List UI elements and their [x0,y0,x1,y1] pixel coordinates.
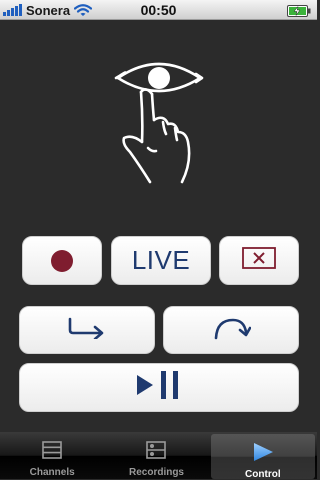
status-bar: Sonera 00:50 [0,0,317,20]
play-pause-button[interactable] [19,363,299,412]
status-time: 00:50 [140,2,177,18]
record-icon [51,249,73,272]
control-play-icon [251,442,275,462]
tab-bar: Channels Recordings Control [0,432,317,480]
tab-label: Recordings [128,467,184,478]
stop-button[interactable] [219,236,299,285]
play-pause-icon [137,371,181,404]
record-button[interactable] [22,236,102,285]
live-label: LIVE [131,245,191,275]
tab-label: Channels [29,467,75,478]
tab-label: Control [245,469,281,480]
eye-finger-logo [112,58,206,190]
channels-icon [42,440,62,460]
stop-x-icon [242,247,276,274]
battery-charging-icon [287,4,311,22]
tab-recordings[interactable]: Recordings [104,432,208,479]
recordings-icon [146,440,167,460]
skip-forward-icon [211,316,252,345]
tab-channels[interactable]: Channels [0,432,104,479]
skip-forward-button[interactable] [163,306,299,354]
skip-back-icon [67,317,107,344]
tab-control[interactable]: Control [210,434,315,480]
skip-back-button[interactable] [19,306,155,354]
live-button[interactable]: LIVE [111,236,211,285]
